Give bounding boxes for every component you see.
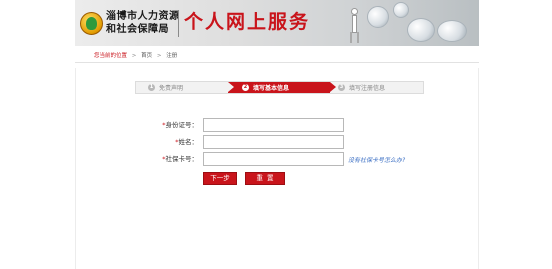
breadcrumb-current-label: 您当前的位置 bbox=[94, 53, 128, 59]
breadcrumb-divider bbox=[75, 62, 479, 63]
content-frame bbox=[75, 68, 479, 269]
social-card-label: *社保卡号： bbox=[162, 152, 198, 166]
name-input[interactable] bbox=[203, 135, 344, 149]
step-label: 免责声明 bbox=[159, 85, 184, 92]
id-number-input[interactable] bbox=[203, 118, 344, 132]
lightbulb-illustration bbox=[393, 2, 409, 18]
step-number-badge: 1 bbox=[148, 84, 155, 91]
step-notch bbox=[228, 82, 234, 92]
breadcrumb: 您当前的位置 > 首页 > 注册 bbox=[94, 51, 177, 59]
breadcrumb-register: 注册 bbox=[166, 53, 178, 59]
step-register-info: 3 填写注册信息 bbox=[338, 82, 385, 93]
org-logo bbox=[80, 12, 103, 35]
org-name: 淄博市人力资源 和社会保障局 bbox=[106, 10, 180, 36]
banner-divider bbox=[178, 10, 179, 37]
name-row: *姓名： bbox=[0, 135, 552, 149]
lightbulb-illustration bbox=[367, 6, 389, 28]
social-card-row: *社保卡号： 没有社保卡号怎么办? bbox=[0, 152, 552, 166]
breadcrumb-separator-icon: > bbox=[131, 53, 137, 59]
reset-button[interactable]: 重置 bbox=[245, 172, 285, 185]
page-title: 个人网上服务 bbox=[184, 11, 311, 33]
next-button[interactable]: 下一步 bbox=[203, 172, 237, 185]
id-number-label-text: 身份证号： bbox=[165, 121, 199, 129]
step-label: 填写基本信息 bbox=[253, 85, 290, 92]
id-number-row: *身份证号： bbox=[0, 118, 552, 132]
step-label: 填写注册信息 bbox=[349, 85, 386, 92]
org-name-line1: 淄博市人力资源 bbox=[106, 11, 180, 22]
id-number-label: *身份证号： bbox=[162, 118, 198, 132]
step-number-badge: 2 bbox=[242, 84, 249, 91]
step-disclaimer: 1 免责声明 bbox=[148, 82, 183, 93]
header-banner: 淄博市人力资源 和社会保障局 个人网上服务 bbox=[75, 0, 479, 46]
step-basic-info-active: 2 填写基本信息 bbox=[228, 82, 330, 93]
name-label-text: 姓名： bbox=[178, 138, 199, 146]
person-figure-illustration bbox=[347, 8, 361, 44]
progress-steps: 1 免责声明 2 填写基本信息 3 填写注册信息 bbox=[135, 81, 424, 94]
social-card-input[interactable] bbox=[203, 152, 344, 166]
org-name-line2: 和社会保障局 bbox=[106, 24, 169, 35]
no-card-help-link[interactable]: 没有社保卡号怎么办? bbox=[348, 155, 405, 164]
lightbulb-illustration bbox=[437, 20, 467, 42]
step-number-badge: 3 bbox=[338, 84, 345, 91]
breadcrumb-home-link[interactable]: 首页 bbox=[141, 53, 152, 59]
social-card-label-text: 社保卡号： bbox=[165, 155, 199, 163]
lightbulb-illustration bbox=[407, 18, 435, 42]
name-label: *姓名： bbox=[175, 135, 198, 149]
breadcrumb-separator-icon: > bbox=[156, 53, 162, 59]
step-arrow-icon bbox=[330, 82, 336, 92]
